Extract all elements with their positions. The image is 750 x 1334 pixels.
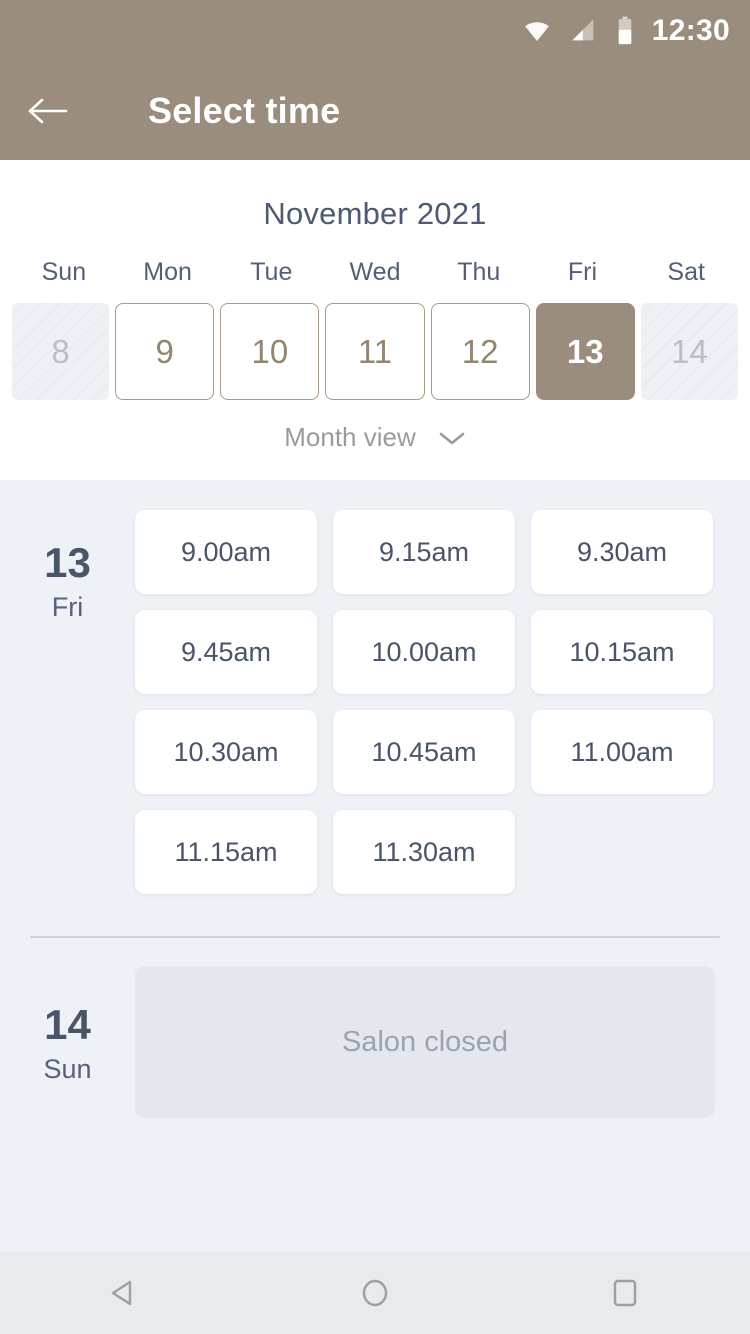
status-bar: 12:30 xyxy=(0,0,750,62)
time-slot[interactable]: 9.15am xyxy=(333,510,515,594)
day-of-week: Fri xyxy=(51,592,84,622)
schedule-area: 13 Fri 9.00am 9.15am 9.30am 9.45am 10.00… xyxy=(0,480,750,1252)
day-side-label: 14 Sun xyxy=(0,966,135,1118)
day-cell-12[interactable]: 12 xyxy=(430,303,530,400)
day-number: 14 xyxy=(44,1001,91,1048)
time-slot[interactable]: 10.30am xyxy=(135,710,317,794)
weekday-label: Fri xyxy=(567,258,598,286)
month-view-toggle[interactable]: Month view xyxy=(0,422,750,453)
back-button[interactable] xyxy=(0,62,96,160)
nav-recents-button[interactable] xyxy=(565,1252,685,1334)
day-group-13: 13 Fri 9.00am 9.15am 9.30am 9.45am 10.00… xyxy=(0,480,750,894)
time-slot[interactable]: 11.15am xyxy=(135,810,317,894)
back-arrow-icon xyxy=(28,98,68,124)
salon-closed-banner: Salon closed xyxy=(135,966,715,1118)
day-cell-8: 8 xyxy=(12,303,110,400)
recents-square-icon xyxy=(613,1279,637,1307)
weekday-header: Sun Mon Tue Wed Thu Fri Sat xyxy=(0,258,750,287)
weekday-label: Thu xyxy=(457,258,501,286)
time-slot[interactable]: 10.15am xyxy=(531,610,713,694)
weekday-label: Sun xyxy=(41,258,87,286)
day-side-label: 13 Fri xyxy=(0,480,135,894)
day-cell-row: 8 9 10 11 12 13 14 xyxy=(0,303,750,400)
time-slot[interactable]: 10.00am xyxy=(333,610,515,694)
time-slot[interactable]: 11.30am xyxy=(333,810,515,894)
wifi-icon xyxy=(522,16,552,46)
battery-icon xyxy=(616,16,634,46)
time-slot[interactable]: 9.00am xyxy=(135,510,317,594)
month-view-label: Month view xyxy=(284,422,416,452)
day-group-14: 14 Sun Salon closed xyxy=(0,966,750,1118)
time-slot[interactable]: 10.45am xyxy=(333,710,515,794)
day-cell-11[interactable]: 11 xyxy=(325,303,425,400)
nav-home-button[interactable] xyxy=(315,1252,435,1334)
back-triangle-icon xyxy=(111,1280,132,1306)
nav-back-button[interactable] xyxy=(65,1252,185,1334)
time-slot[interactable]: 9.45am xyxy=(135,610,317,694)
month-label: November 2021 xyxy=(263,196,487,231)
weekday-label: Sat xyxy=(667,258,705,286)
time-slot-grid: 9.00am 9.15am 9.30am 9.45am 10.00am 10.1… xyxy=(135,480,750,894)
day-of-week: Sun xyxy=(43,1054,92,1084)
cell-signal-icon xyxy=(570,17,598,45)
home-circle-icon xyxy=(362,1279,388,1307)
weekday-label: Mon xyxy=(143,258,192,286)
page-title: Select time xyxy=(148,90,341,131)
day-cell-13[interactable]: 13 xyxy=(535,303,635,400)
day-cell-14: 14 xyxy=(640,303,738,400)
section-divider xyxy=(30,936,720,938)
app-bar: Select time xyxy=(0,62,750,160)
weekday-label: Wed xyxy=(349,258,401,286)
status-time: 12:30 xyxy=(651,14,730,47)
chevron-down-icon xyxy=(439,432,465,444)
day-cell-9[interactable]: 9 xyxy=(115,303,215,400)
calendar-panel: November 2021 Sun Mon Tue Wed Thu Fri Sa… xyxy=(0,160,750,480)
android-nav-bar xyxy=(0,1252,750,1334)
time-slot[interactable]: 11.00am xyxy=(531,710,713,794)
day-number: 13 xyxy=(44,539,91,586)
time-slot[interactable]: 9.30am xyxy=(531,510,713,594)
weekday-label: Tue xyxy=(250,258,293,286)
day-cell-10[interactable]: 10 xyxy=(220,303,320,400)
